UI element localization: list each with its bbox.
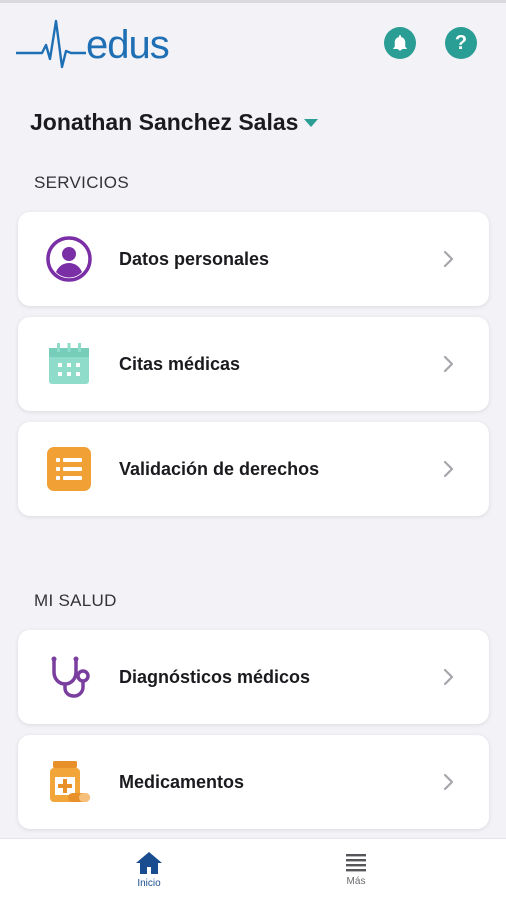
app-header: edus ? bbox=[0, 3, 506, 85]
nav-label-mas: Más bbox=[346, 876, 366, 887]
section-title-servicios: SERVICIOS bbox=[34, 173, 129, 192]
health-card-medicamentos[interactable]: Medicamentos bbox=[18, 735, 489, 829]
card-label: Citas médicas bbox=[119, 353, 241, 374]
menu-icon bbox=[346, 854, 366, 872]
chevron-right-icon bbox=[439, 667, 459, 687]
chevron-right-icon bbox=[439, 772, 459, 792]
user-name: Jonathan Sanchez Salas bbox=[30, 108, 299, 135]
logo-text: edus bbox=[86, 23, 170, 67]
app-logo: edus bbox=[16, 15, 170, 71]
section-title-mi-salud: MI SALUD bbox=[34, 591, 117, 610]
card-label: Datos personales bbox=[119, 248, 270, 269]
nav-label-inicio: Inicio bbox=[137, 878, 161, 889]
person-icon bbox=[45, 235, 93, 283]
nav-item-mas[interactable]: Más bbox=[316, 851, 396, 887]
medicine-icon bbox=[45, 758, 93, 806]
caret-down-icon bbox=[304, 119, 319, 127]
list-icon bbox=[45, 445, 93, 493]
bell-icon bbox=[393, 35, 407, 51]
help-icon: ? bbox=[454, 31, 468, 54]
help-button[interactable]: ? bbox=[445, 27, 477, 59]
bottom-navigation: Inicio Más bbox=[0, 838, 506, 901]
health-card-diagnosticos[interactable]: Diagnósticos médicos bbox=[18, 630, 489, 724]
card-label: Validación de derechos bbox=[119, 458, 320, 479]
service-card-validacion-derechos[interactable]: Validación de derechos bbox=[18, 422, 489, 516]
calendar-icon bbox=[45, 340, 93, 388]
service-card-citas-medicas[interactable]: Citas médicas bbox=[18, 317, 489, 411]
chevron-right-icon bbox=[439, 354, 459, 374]
nav-item-inicio[interactable]: Inicio bbox=[109, 851, 189, 889]
user-selector[interactable]: Jonathan Sanchez Salas bbox=[30, 106, 319, 138]
notifications-button[interactable] bbox=[384, 27, 416, 59]
chevron-right-icon bbox=[439, 249, 459, 269]
stethoscope-icon bbox=[45, 653, 93, 701]
card-label: Diagnósticos médicos bbox=[119, 666, 311, 687]
chevron-right-icon bbox=[439, 459, 459, 479]
heartbeat-icon bbox=[16, 19, 86, 69]
card-label: Medicamentos bbox=[119, 771, 245, 792]
home-icon bbox=[136, 852, 162, 874]
service-card-datos-personales[interactable]: Datos personales bbox=[18, 212, 489, 306]
